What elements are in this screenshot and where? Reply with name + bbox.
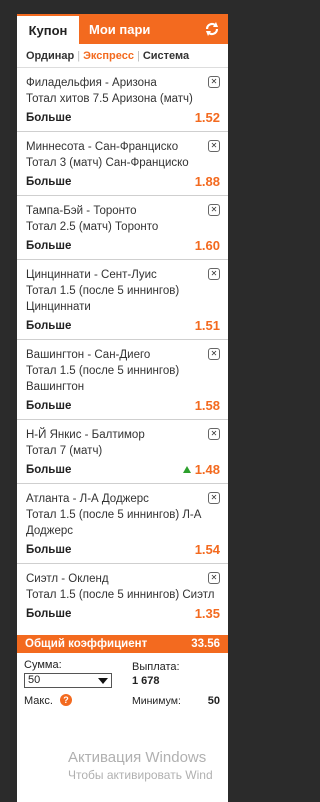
bet-market: Тотал хитов 7.5 Аризона (матч) <box>26 93 193 105</box>
payout-value: 1 678 <box>132 675 160 687</box>
bet-outcome: Больше <box>26 607 72 620</box>
bet-type-switch: Ординар | Экспресс | Система <box>17 44 228 68</box>
bet-type-express[interactable]: Экспресс <box>83 50 134 62</box>
stake-label: Сумма: <box>24 659 62 671</box>
bet-list: Филадельфия - Аризона ✕ Тотал хитов 7.5 … <box>17 68 228 627</box>
odds-up-arrow-icon <box>182 466 191 473</box>
bet-outcome: Больше <box>26 319 72 332</box>
bet-match: Н-Й Янкис - Балтимор <box>26 429 145 441</box>
bet-match: Тампа-Бэй - Торонто <box>26 205 137 217</box>
bet-odd-value: 1.60 <box>194 238 220 253</box>
bet-market: Тотал 1.5 (после 5 иннингов) Л-А Доджерс <box>26 509 202 537</box>
bet-odd: 1.60 <box>195 238 220 253</box>
remove-bet-icon[interactable]: ✕ <box>208 204 220 216</box>
remove-bet-icon[interactable]: ✕ <box>208 492 220 504</box>
minimum-label: Минимум: <box>132 695 181 707</box>
separator: | <box>77 49 81 62</box>
chevron-down-icon <box>98 678 108 684</box>
bet-match: Миннесота - Сан-Франциско <box>26 141 179 153</box>
remove-bet-icon[interactable]: ✕ <box>208 140 220 152</box>
bet-odd: 1.48 <box>182 462 220 477</box>
bet-coupon-panel: Купон Мои пари Ординар | Экспресс | Сист… <box>17 14 228 802</box>
coupon-tab-bar: Купон Мои пари <box>17 14 228 44</box>
bet-market: Тотал 1.5 (после 5 иннингов) Сиэтл <box>26 589 215 601</box>
bet-outcome: Больше <box>26 175 72 188</box>
bet-outcome: Больше <box>26 239 72 252</box>
bet-match: Сиэтл - Окленд <box>26 573 109 585</box>
stake-select[interactable]: 50 <box>24 673 112 688</box>
payout-label: Выплата: <box>132 661 180 673</box>
bet-odd: 1.88 <box>195 174 220 189</box>
bet-odd: 1.52 <box>195 110 220 125</box>
bet-item: Н-Й Янкис - Балтимор ✕ Тотал 7 (матч) Бо… <box>17 420 228 484</box>
total-odds-bar: Общий коэффициент 33.56 <box>17 635 228 653</box>
bet-odd: 1.35 <box>195 606 220 621</box>
bet-match: Филадельфия - Аризона <box>26 77 157 89</box>
stake-value: 50 <box>28 674 41 686</box>
info-icon[interactable]: ? <box>60 694 72 706</box>
bet-odd-value: 1.48 <box>194 462 220 477</box>
bet-item: Тампа-Бэй - Торонто ✕ Тотал 2.5 (матч) Т… <box>17 196 228 260</box>
bet-odd: 1.58 <box>195 398 220 413</box>
remove-bet-icon[interactable]: ✕ <box>208 268 220 280</box>
bet-type-system[interactable]: Система <box>143 50 189 62</box>
bet-odd-value: 1.88 <box>194 174 220 189</box>
remove-bet-icon[interactable]: ✕ <box>208 348 220 360</box>
bet-market: Тотал 2.5 (матч) Торонто <box>26 221 159 233</box>
bet-item: Вашингтон - Сан-Диего ✕ Тотал 1.5 (после… <box>17 340 228 420</box>
bet-market: Тотал 1.5 (после 5 иннингов) Вашингтон <box>26 365 180 393</box>
bet-outcome: Больше <box>26 543 72 556</box>
bet-odd: 1.54 <box>195 542 220 557</box>
bet-match: Цинциннати - Сент-Луис <box>26 269 157 281</box>
bet-item: Атланта - Л-А Доджерс ✕ Тотал 1.5 (после… <box>17 484 228 564</box>
bet-item: Миннесота - Сан-Франциско ✕ Тотал 3 (мат… <box>17 132 228 196</box>
bet-odd: 1.51 <box>195 318 220 333</box>
bet-market: Тотал 7 (матч) <box>26 445 103 457</box>
bet-market: Тотал 3 (матч) Сан-Франциско <box>26 157 189 169</box>
bet-odd-value: 1.51 <box>194 318 220 333</box>
max-stake-link[interactable]: Макс. <box>24 695 53 707</box>
remove-bet-icon[interactable]: ✕ <box>208 572 220 584</box>
bet-outcome: Больше <box>26 463 72 476</box>
bet-outcome: Больше <box>26 111 72 124</box>
refresh-icon[interactable] <box>204 21 220 37</box>
bet-odd-value: 1.35 <box>194 606 220 621</box>
bet-item: Цинциннати - Сент-Луис ✕ Тотал 1.5 (посл… <box>17 260 228 340</box>
remove-bet-icon[interactable]: ✕ <box>208 76 220 88</box>
bet-outcome: Больше <box>26 399 72 412</box>
tab-my-bets[interactable]: Мои пари <box>79 14 150 44</box>
bet-type-single[interactable]: Ординар <box>26 50 74 62</box>
tab-coupon[interactable]: Купон <box>17 14 79 44</box>
bet-market: Тотал 1.5 (после 5 иннингов) Цинциннати <box>26 285 180 313</box>
bet-match: Атланта - Л-А Доджерс <box>26 493 149 505</box>
minimum-value: 50 <box>207 695 220 707</box>
bet-item: Филадельфия - Аризона ✕ Тотал хитов 7.5 … <box>17 68 228 132</box>
bet-odd-value: 1.54 <box>194 542 220 557</box>
bet-odd-value: 1.58 <box>194 398 220 413</box>
total-odds-value: 33.56 <box>191 638 220 650</box>
bet-item: Сиэтл - Окленд ✕ Тотал 1.5 (после 5 инни… <box>17 564 228 627</box>
bet-match: Вашингтон - Сан-Диего <box>26 349 151 361</box>
bet-odd-value: 1.52 <box>194 110 220 125</box>
stake-section: Сумма: 50 Выплата: 1 678 Макс. ? Минимум… <box>17 653 228 733</box>
total-odds-label: Общий коэффициент <box>25 638 148 650</box>
separator: | <box>136 49 140 62</box>
remove-bet-icon[interactable]: ✕ <box>208 428 220 440</box>
